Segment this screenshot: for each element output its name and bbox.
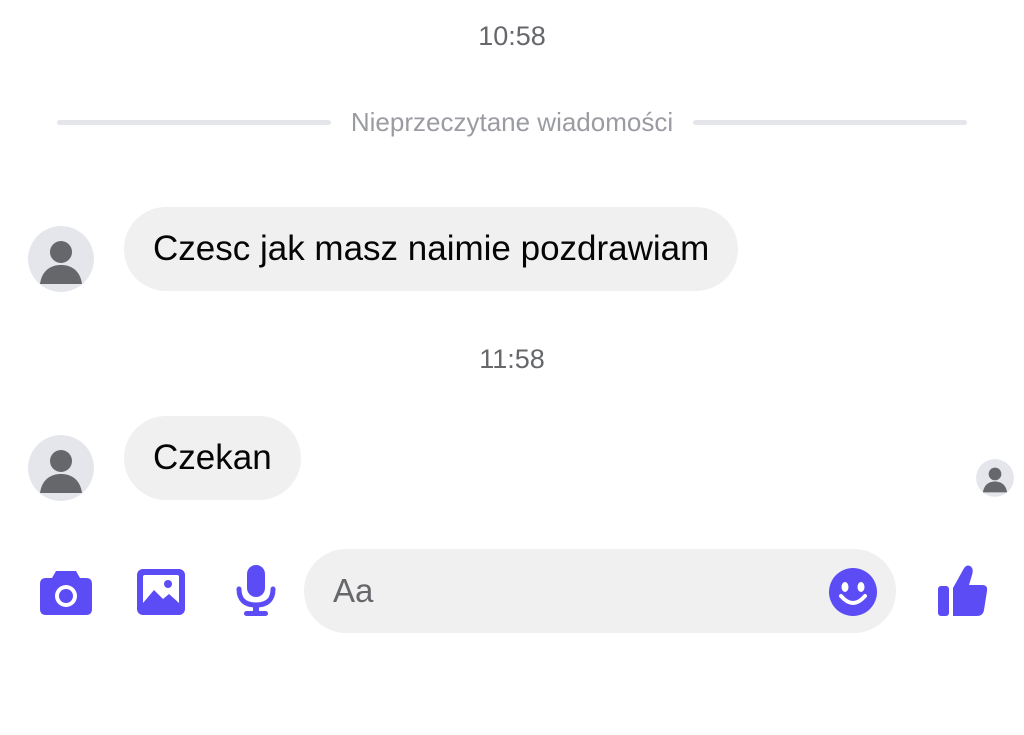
- avatar-placeholder-icon: [28, 226, 94, 292]
- gallery-icon: [137, 569, 185, 615]
- message-bubble[interactable]: Czekan: [124, 416, 301, 500]
- seen-indicator-avatar: [976, 459, 1014, 497]
- emoji-button[interactable]: [829, 568, 877, 616]
- timestamp: 10:58: [478, 21, 546, 51]
- divider-line-right: [693, 119, 967, 125]
- unread-divider-label: Nieprzeczytane wiadomości: [350, 106, 674, 137]
- camera-button[interactable]: [40, 568, 92, 616]
- unread-divider: Nieprzeczytane wiadomości: [57, 104, 967, 140]
- microphone-button[interactable]: [236, 565, 276, 617]
- divider-line-left: [57, 119, 331, 125]
- timestamp: 11:58: [479, 344, 545, 374]
- thumbs-up-icon: [938, 565, 988, 616]
- contact-avatar[interactable]: [28, 226, 94, 292]
- avatar-placeholder-icon: [28, 435, 94, 501]
- contact-avatar[interactable]: [28, 435, 94, 501]
- emoji-icon: [829, 568, 877, 616]
- gallery-button[interactable]: [137, 568, 185, 616]
- message-input[interactable]: [333, 572, 803, 610]
- avatar-placeholder-icon: [976, 459, 1014, 497]
- message-bubble[interactable]: Czesc jak masz naimie pozdrawiam: [124, 207, 739, 291]
- camera-icon: [40, 571, 92, 615]
- microphone-icon: [236, 565, 276, 616]
- message-input-container[interactable]: [304, 549, 896, 633]
- like-button[interactable]: [938, 563, 988, 617]
